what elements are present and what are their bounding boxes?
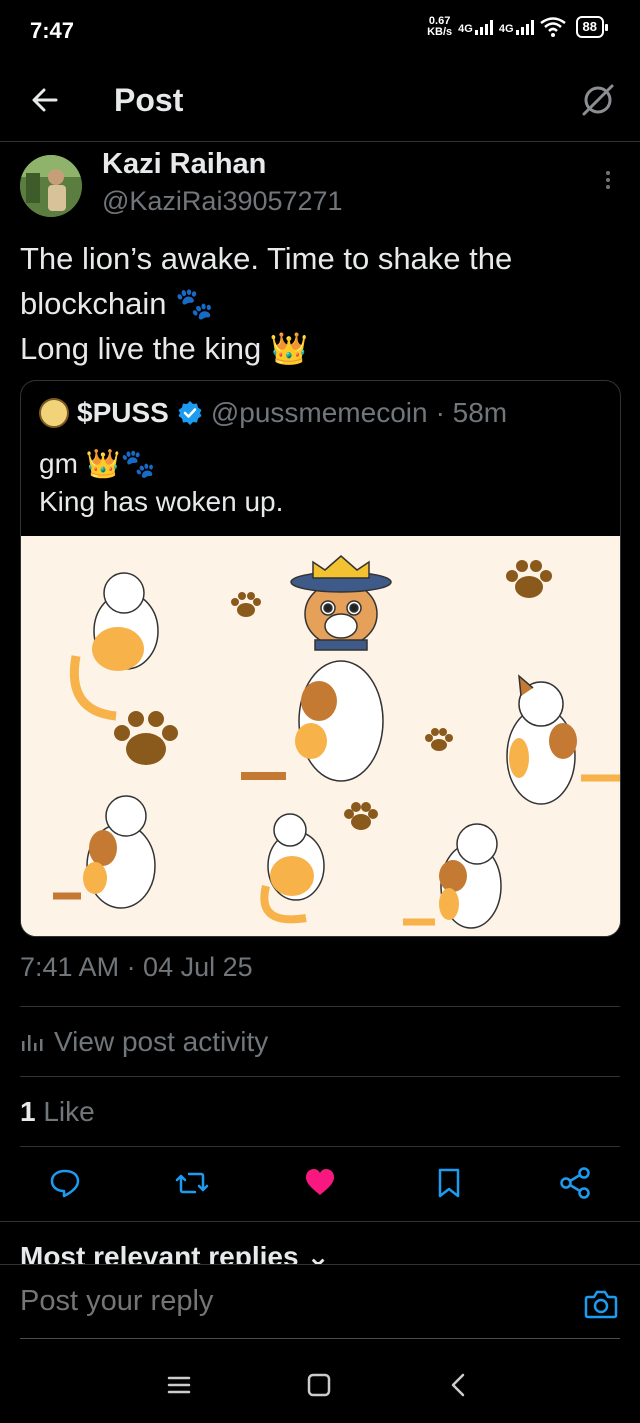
recent-apps-button[interactable] [164, 1370, 194, 1400]
replies-sort-button[interactable]: Most relevant replies ⌄ [20, 1240, 330, 1266]
quoted-post-age: · 58m [435, 397, 508, 428]
arrow-left-icon [32, 88, 58, 112]
status-icons: 0.67 KB/s 4G 4G 88 [427, 15, 609, 38]
repost-arrows-icon [175, 1172, 209, 1194]
signal-1: 4G [458, 19, 493, 35]
quoted-avatar [39, 398, 69, 428]
post-actions [0, 1160, 640, 1210]
quoted-text-line: King has woken up. [39, 486, 284, 517]
menu-lines-icon [167, 1376, 191, 1394]
verified-badge-icon [178, 401, 202, 425]
reply-button[interactable] [48, 1166, 82, 1200]
divider [20, 1076, 620, 1077]
cats-illustration [21, 536, 620, 936]
like-button[interactable] [303, 1166, 337, 1200]
square-icon [307, 1373, 331, 1397]
reply-composer [0, 1264, 640, 1340]
system-navigation-bar [0, 1350, 640, 1423]
camera-button[interactable] [584, 1289, 618, 1319]
camera-icon [584, 1290, 618, 1319]
divider [20, 1146, 620, 1147]
avatar-photo [20, 155, 82, 217]
system-back-button[interactable] [444, 1370, 474, 1400]
header-action-button[interactable] [578, 80, 618, 120]
divider [0, 1221, 640, 1222]
status-time: 7:47 [30, 18, 75, 43]
post-text-line: blockchain 🐾 [20, 286, 214, 321]
network-speed: 0.67 KB/s [427, 15, 453, 38]
quoted-author-name: $PUSS [77, 397, 169, 428]
author-avatar[interactable] [20, 155, 82, 217]
signal-2: 4G [499, 19, 534, 35]
signal-bars-icon [515, 19, 534, 35]
divider [20, 1006, 620, 1007]
likes-count-link[interactable]: 1 Like [20, 1096, 95, 1128]
post-text-line: Long live the king 👑 [20, 331, 309, 366]
post-text: The lion’s awake. Time to shake the bloc… [20, 236, 620, 371]
signal-bars-icon [474, 19, 493, 35]
quoted-post[interactable]: $PUSS @pussmemecoin · 58m gm 👑🐾 King has… [20, 380, 621, 937]
author-handle[interactable]: @KaziRai39057271 [102, 186, 343, 217]
top-app-bar: Post [0, 60, 640, 142]
wifi-icon [539, 17, 566, 37]
view-post-activity-link[interactable]: View post activity [20, 1026, 268, 1058]
share-button[interactable] [558, 1166, 592, 1200]
quoted-post-header: $PUSS @pussmemecoin · 58m [39, 397, 507, 429]
quoted-author-handle: @pussmemecoin [210, 397, 428, 428]
view-post-activity-label: View post activity [54, 1026, 269, 1057]
share-icon [560, 1167, 590, 1199]
post-text-line: The lion’s awake. Time to shake the [20, 241, 513, 276]
bookmark-icon [438, 1168, 460, 1198]
more-options-button[interactable] [598, 168, 618, 196]
speech-bubble-icon [50, 1169, 80, 1198]
repost-button[interactable] [175, 1166, 209, 1200]
bar-chart-icon [22, 1035, 43, 1051]
post-timestamp: 7:41 AM · 04 Jul 25 [20, 952, 253, 982]
more-vertical-icon [598, 171, 618, 189]
slashed-circle-icon [582, 84, 614, 116]
page-title: Post [114, 82, 184, 118]
author-name[interactable]: Kazi Raihan [102, 148, 266, 181]
chevron-left-icon [451, 1373, 465, 1397]
like-label: Like [43, 1096, 95, 1127]
back-button[interactable] [26, 80, 66, 120]
heart-filled-icon [306, 1169, 334, 1195]
status-bar: 7:47 0.67 KB/s 4G 4G 88 [0, 0, 640, 60]
quoted-post-image[interactable] [21, 536, 620, 936]
like-count: 1 [20, 1096, 36, 1127]
home-button[interactable] [304, 1370, 334, 1400]
quoted-text-line: gm 👑🐾 [39, 448, 156, 479]
reply-input[interactable] [20, 1285, 560, 1318]
reply-underline [20, 1338, 620, 1339]
battery-indicator: 88 [575, 16, 609, 38]
quoted-post-text: gm 👑🐾 King has woken up. [39, 445, 283, 521]
bookmark-button[interactable] [432, 1166, 466, 1200]
